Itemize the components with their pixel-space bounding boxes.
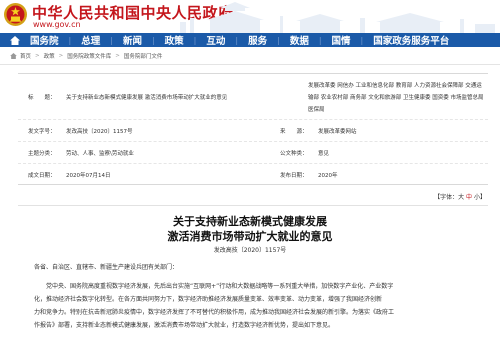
document-salutation: 各省、自治区、直辖市、新疆生产建设兵团有关部门： [34, 264, 179, 271]
meta-issuing-agencies: 发展改革委 网信办 工业和信息化部 教育部 人力资源社会保障部 交通运输部 农业… [308, 83, 484, 113]
home-icon [10, 35, 20, 45]
breadcrumb-separator: > [115, 52, 120, 59]
breadcrumb-separator: > [58, 52, 64, 59]
nav-separator: | [360, 35, 364, 45]
nav-item-guowuyuan[interactable]: 国务院 [30, 33, 59, 47]
nav-separator: | [277, 35, 280, 45]
meta-docno-label: 发文字号： [28, 129, 56, 135]
meta-category-label: 主题分类： [28, 151, 56, 157]
meta-docno-value: 发改高技〔2020〕1157号 [66, 129, 133, 135]
nav-separator: | [110, 35, 113, 45]
paragraph-line-3: 力和竞争力。特别在抗击新冠肺炎疫情中，数字经济发挥了不可替代的积极作用，成为推动… [34, 309, 395, 316]
meta-type-label: 公文种类： [280, 151, 308, 157]
nav-item-guoqing[interactable]: 国情 [332, 33, 351, 47]
meta-title-label: 标 题： [28, 95, 56, 101]
meta-date-value: 2020年07月14日 [66, 173, 111, 179]
meta-source-label: 来 源： [280, 129, 308, 135]
main-nav: 国务院 | 总理 | 新闻 | 政策 | 互动 | 服务 | 数据 | 国情 |… [0, 33, 500, 47]
meta-source-value: 发展改革委网站 [318, 129, 357, 135]
meta-type-value: 意见 [318, 151, 330, 157]
document-meta-table: 标 题： 关于支持新业态新模式健康发展 激活消费市场带动扩大就业的意见 发展改革… [18, 73, 488, 185]
nav-separator: | [318, 35, 322, 45]
meta-row-date: 成文日期： 2020年07月14日 发布日期： 2020年 [18, 164, 488, 186]
site-url: www.gov.cn [33, 20, 81, 29]
font-size-label: 【字体： [434, 194, 459, 201]
nav-item-shuju[interactable]: 数据 [290, 33, 309, 47]
tiananmen-skyline-icon [180, 2, 495, 33]
nav-item-xinwen[interactable]: 新闻 [123, 33, 142, 47]
nav-item-zhengce[interactable]: 政策 [165, 33, 184, 47]
font-size-medium[interactable]: 中 [466, 194, 472, 201]
breadcrumb: 首页 > 政策 > 国务院政策文件库 > 国务院部门文件 [0, 47, 500, 65]
nav-separator: | [193, 35, 197, 45]
nav-item-fuwu[interactable]: 服务 [248, 33, 267, 47]
site-header: 中华人民共和国中央人民政府 www.gov.cn [0, 0, 500, 33]
meta-title-value: 关于支持新业态新模式健康发展 激活消费市场带动扩大就业的意见 [66, 95, 228, 101]
national-emblem-icon[interactable] [3, 2, 28, 27]
meta-publish-label: 发布日期： [280, 173, 308, 179]
nav-separator: | [68, 35, 72, 45]
nav-home-button[interactable] [0, 33, 30, 47]
font-size-close: 】 [479, 194, 486, 201]
breadcrumb-home[interactable]: 首页 [20, 52, 31, 60]
breadcrumb-policy-library[interactable]: 国务院政策文件库 [67, 52, 111, 60]
meta-category-value: 劳动、人事、监察\劳动就业 [66, 151, 134, 157]
font-size-large[interactable]: 大 [458, 194, 464, 201]
nav-item-zongli[interactable]: 总理 [81, 33, 100, 47]
paragraph-line-2: 化，推动经济社会数字化转型。在各方面共同努力下，数字经济助推经济发展质量变革、效… [34, 296, 383, 303]
paragraph-line-4: 作报告》部署，支持新业态新模式健康发展，激活消费市场带动扩大就业，打造数字经济新… [34, 322, 335, 329]
nav-separator: | [235, 35, 239, 45]
content-divider [18, 205, 488, 206]
font-size-switcher: 【字体：大 中 小】 [434, 192, 486, 201]
nav-item-hudong[interactable]: 互动 [206, 33, 225, 47]
meta-date-label: 成文日期： [28, 173, 56, 179]
meta-row-category: 主题分类： 劳动、人事、监察\劳动就业 公文种类： 意见 [18, 142, 488, 164]
document-title-line1: 关于支持新业态新模式健康发展 [173, 215, 327, 228]
document-title-line2: 激活消费市场带动扩大就业的意见 [167, 230, 333, 243]
document-number: 发改高技〔2020〕1157号 [213, 247, 287, 254]
breadcrumb-department-docs[interactable]: 国务院部门文件 [124, 52, 163, 60]
meta-publish-value: 2020年 [318, 173, 338, 179]
nav-item-zhengwu-platform[interactable]: 国家政务服务平台 [373, 33, 449, 47]
meta-row-docno: 发文字号： 发改高技〔2020〕1157号 来 源： 发展改革委网站 [18, 120, 488, 142]
breadcrumb-separator: > [35, 52, 40, 59]
breadcrumb-policy[interactable]: 政策 [44, 52, 55, 60]
paragraph-line-1: 党中央、国务院高度重视数字经济发展，先后出台实施“互联网+”行动和大数据战略等一… [34, 283, 394, 290]
nav-separator: | [151, 35, 155, 45]
home-icon [10, 52, 17, 59]
meta-row-title: 标 题： 关于支持新业态新模式健康发展 激活消费市场带动扩大就业的意见 发展改革… [18, 74, 488, 120]
